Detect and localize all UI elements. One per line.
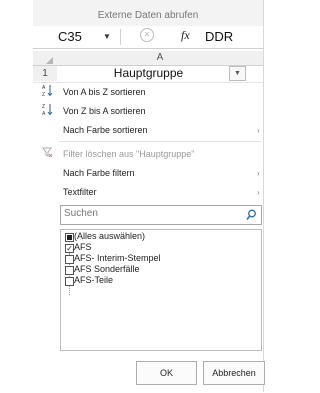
formula-bar-separator [120,29,121,45]
header-cell-text: Hauptgruppe [113,66,184,80]
menu-separator [59,141,261,142]
afs-checkbox[interactable]: ✓ [65,244,74,253]
sort-az-item[interactable]: Von A bis Z sortieren [63,87,146,97]
left-window-margin [0,0,33,392]
cancel-button[interactable]: Abbrechen [203,361,265,385]
column-header-a[interactable]: A [57,51,263,66]
chevron-right-icon: › [257,188,260,197]
select-all-triangle-icon [46,57,53,64]
select-all-checkbox[interactable] [65,233,74,242]
svg-text:Z: Z [42,92,45,97]
chevron-right-icon: › [257,126,260,135]
afs-interim-checkbox[interactable] [65,255,74,264]
list-item[interactable]: AFS-Teile [74,275,113,286]
search-icon[interactable] [246,208,257,220]
list-item[interactable]: AFS- Interim-Stempel [74,253,161,264]
afs-teile-checkbox[interactable] [65,277,74,286]
filter-by-color-item[interactable]: Nach Farbe filtern [63,168,135,178]
clear-filter-item[interactable]: Filter löschen aus "Hauptgruppe" [63,149,194,159]
insert-function-icon[interactable]: fx [181,28,190,43]
svg-text:A: A [42,85,46,91]
sort-za-item[interactable]: Von Z bis A sortieren [63,106,146,116]
list-item[interactable]: AFS Sonderfälle [74,264,140,275]
name-box-dropdown-icon[interactable]: ▼ [103,32,111,41]
cancel-entry-icon[interactable]: ✕ [140,28,154,42]
text-filter-item[interactable]: Textfilter [63,187,97,197]
sort-descending-icon: ZA [42,103,53,119]
ribbon-group-label: Externe Daten abrufen [97,10,199,21]
filter-dropdown-icon[interactable]: ▼ [229,66,246,81]
list-item[interactable]: AFS [74,242,92,253]
clear-filter-icon [42,147,53,161]
svg-text:A: A [42,111,46,116]
select-all-label[interactable]: (Alles auswählen) [74,231,145,242]
svg-text:Z: Z [42,104,45,110]
name-box[interactable]: C35 [58,29,82,44]
search-placeholder: Suchen [64,208,98,219]
sort-by-color-item[interactable]: Nach Farbe sortieren [63,125,148,135]
chevron-right-icon: › [257,169,260,178]
formula-value[interactable]: DDR [205,29,233,44]
sort-ascending-icon: AZ [42,84,53,100]
ok-button[interactable]: OK [136,361,197,385]
right-window-margin [263,0,270,392]
afs-sonderfaelle-checkbox[interactable] [65,266,74,275]
row-number[interactable]: 1 [33,66,58,81]
